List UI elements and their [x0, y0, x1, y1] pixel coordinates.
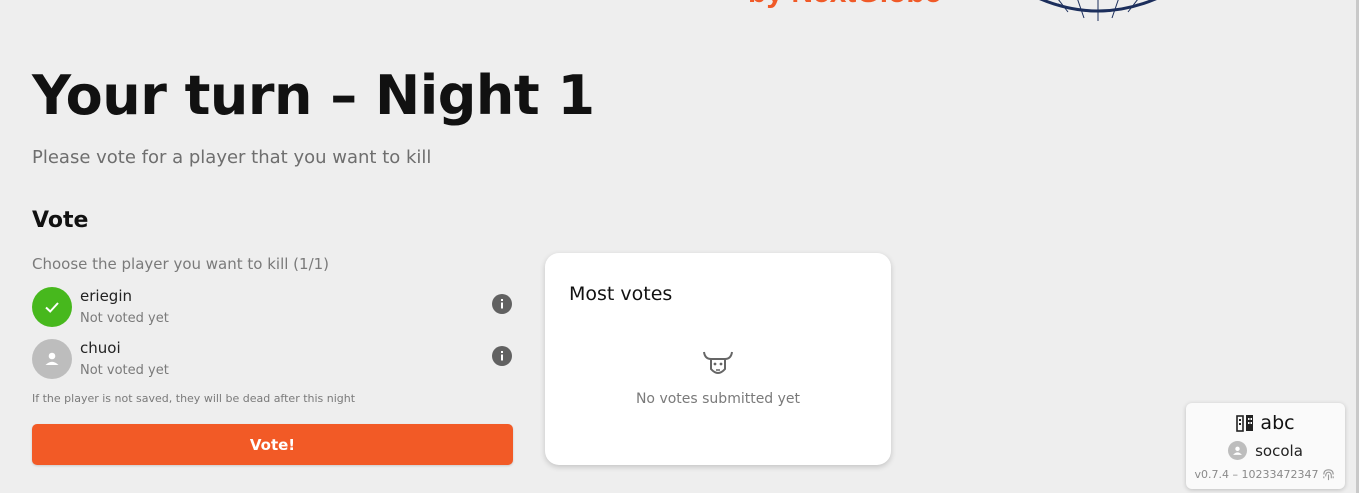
user-name: socola [1255, 441, 1303, 460]
player-status: Not voted yet [80, 363, 169, 378]
page-subtitle: Please vote for a player that you want t… [32, 147, 432, 168]
bull-skull-icon [703, 351, 733, 374]
vote-note: If the player is not saved, they will be… [32, 392, 356, 405]
check-icon [32, 287, 72, 327]
vote-instruction: Choose the player you want to kill (1/1) [32, 255, 330, 273]
page-title: Your turn – Night 1 [32, 64, 595, 127]
fingerprint-icon [1323, 469, 1335, 481]
person-icon [32, 339, 72, 379]
player-name: chuoi [80, 339, 121, 357]
building-icon [1236, 415, 1254, 432]
most-votes-title: Most votes [569, 283, 673, 305]
room-widget[interactable]: abc socola v0.7.4 – 10233472347 [1186, 403, 1345, 489]
room-name: abc [1260, 412, 1295, 434]
globe-logo-icon [1039, 0, 1157, 21]
version-text: v0.7.4 – 10233472347 [1194, 468, 1319, 481]
player-status: Not voted yet [80, 311, 169, 326]
version-row: v0.7.4 – 10233472347 [1186, 467, 1345, 482]
most-votes-card: Most votes No votes submitted yet [545, 253, 891, 465]
person-icon [1228, 441, 1248, 460]
vote-button[interactable]: Vote! [32, 424, 513, 465]
page: by NextGlobe Your turn – Night 1 Please … [0, 0, 1359, 493]
info-icon[interactable] [492, 294, 512, 314]
info-icon[interactable] [492, 346, 512, 366]
vote-section-title: Vote [32, 208, 89, 233]
player-name: eriegin [80, 287, 132, 305]
player-option-chuoi[interactable]: chuoi Not voted yet [32, 338, 514, 382]
user-row: socola [1186, 441, 1345, 460]
brand-tagline: by NextGlobe [748, 0, 941, 10]
player-option-eriegin[interactable]: eriegin Not voted yet [32, 286, 514, 330]
room-row: abc [1186, 412, 1345, 434]
no-votes-text: No votes submitted yet [635, 391, 801, 407]
